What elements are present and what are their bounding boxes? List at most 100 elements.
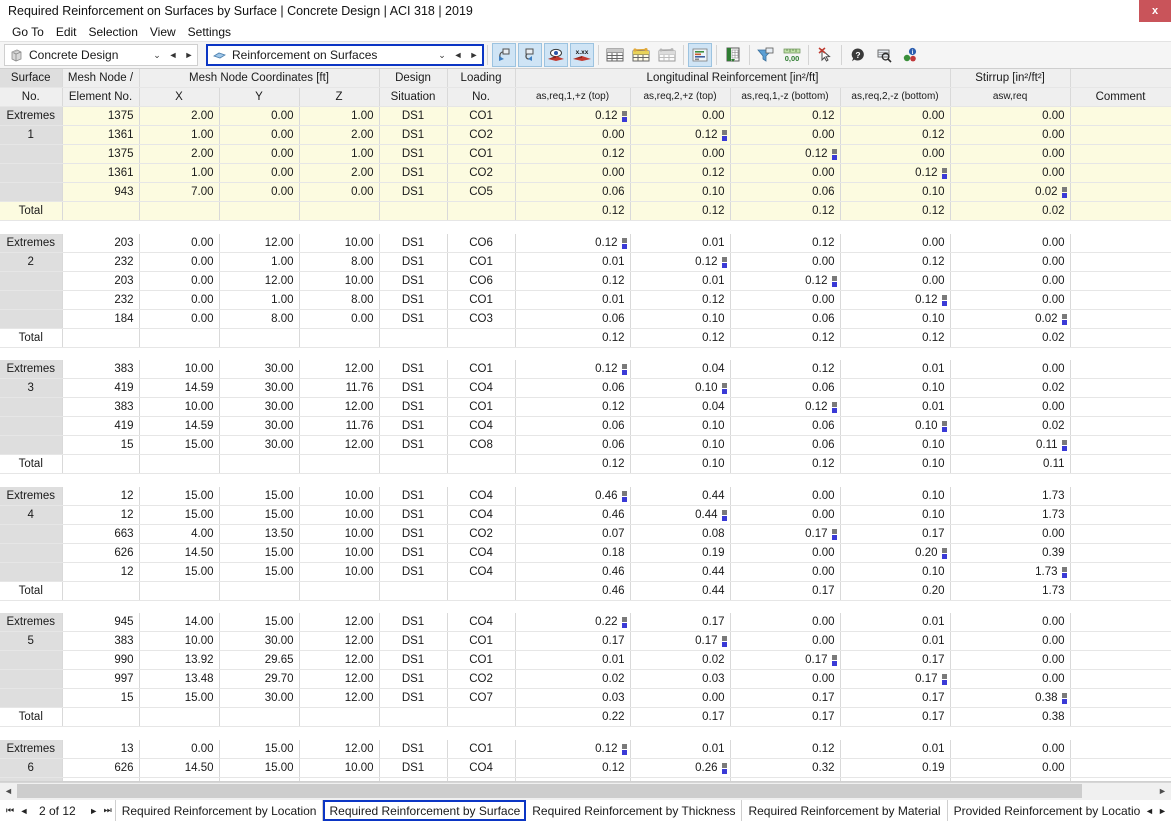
table-row[interactable]: 184 0.00 8.00 0.00 DS1 CO3 0.06 0.10 0.06 0.10 0.0… <box>0 309 1171 329</box>
col-stirrup-group: Stirrup [in²/ft²] <box>950 69 1071 88</box>
decimal-places-icon[interactable]: x.xx <box>570 43 594 67</box>
module-combobox[interactable]: Concrete Design ⌄ ◄ ► <box>4 44 198 66</box>
cell-a4: 0.19 <box>840 758 951 778</box>
table-row[interactable]: 203 0.00 12.00 10.00 DS1 CO6 0.12 0.01 0.12 0.00 0… <box>0 271 1171 291</box>
info-icon[interactable]: i <box>898 43 922 67</box>
cell-loading-no: CO4 <box>447 758 516 778</box>
table-row[interactable]: 419 14.59 30.00 11.76 DS1 CO4 0.06 0.10 0.06 0.10… <box>0 416 1171 436</box>
table-row[interactable]: 6 626 14.50 15.00 10.00 DS1 CO4 0.12 0.26 0.32 0.1… <box>0 758 1171 778</box>
module-next-button[interactable]: ► <box>181 45 197 65</box>
col-as-req-1-pz: as,req,1,+z (top) <box>515 87 631 107</box>
table-tab-3[interactable]: Required Reinforcement by Material <box>742 800 948 821</box>
chevron-down-icon[interactable]: ⌄ <box>149 45 165 65</box>
table-row[interactable]: Extremes 383 10.00 30.00 12.00 DS1 CO1 0.12 0.04… <box>0 360 1171 379</box>
filter-icon[interactable] <box>754 43 778 67</box>
menu-view[interactable]: View <box>144 24 182 40</box>
help-icon[interactable]: ? <box>846 43 870 67</box>
table-next-button[interactable]: ► <box>466 45 482 65</box>
menu-settings[interactable]: Settings <box>182 24 237 40</box>
row-header-cell <box>0 669 63 689</box>
table-row[interactable]: 1 1361 1.00 0.00 2.00 DS1 CO2 0.00 0.12 0.00 0.12 0… <box>0 125 1171 145</box>
cell-a1: 0.01 <box>515 290 631 310</box>
scrollbar-thumb[interactable] <box>17 783 1082 798</box>
view-results-icon[interactable] <box>544 43 568 67</box>
table-row[interactable]: 1375 2.00 0.00 1.00 DS1 CO1 0.12 0.00 0.12 0.00 0.… <box>0 144 1171 164</box>
table-row[interactable]: Extremes 12 15.00 15.00 10.00 DS1 CO4 0.46 0.44 0… <box>0 486 1171 506</box>
table-row[interactable]: 5 383 10.00 30.00 12.00 DS1 CO1 0.17 0.17 0.00 0.0… <box>0 631 1171 651</box>
cell-comment <box>1070 688 1171 708</box>
table-export-icon[interactable] <box>655 43 679 67</box>
cell-asw: 0.39 <box>950 543 1071 563</box>
table-row[interactable]: 12 15.00 15.00 10.00 DS1 CO4 0.46 0.44 0.00 0.10 1… <box>0 562 1171 582</box>
table-row[interactable]: Extremes 945 14.00 15.00 12.00 DS1 CO4 0.22 0.17… <box>0 613 1171 632</box>
extreme-value-marker-icon <box>831 655 837 666</box>
scrollbar-track[interactable] <box>17 782 1154 800</box>
table-tab-4[interactable]: Provided Reinforcement by Location <box>947 800 1141 821</box>
table-row[interactable]: 1361 1.00 0.00 2.00 DS1 CO2 0.00 0.12 0.00 0.12 0.… <box>0 163 1171 183</box>
jump-to-next-icon[interactable] <box>518 43 542 67</box>
scroll-left-button[interactable]: ◄ <box>0 782 17 800</box>
next-page-button[interactable]: ► <box>87 801 101 821</box>
table-row[interactable]: 4 12 15.00 15.00 10.00 DS1 CO4 0.46 0.44 0.00 0.10… <box>0 505 1171 525</box>
cell-design-situation: DS1 <box>379 125 448 145</box>
cell-loading-no: CO4 <box>447 378 516 398</box>
cell-asw: 0.00 <box>950 777 1071 781</box>
table-all-icon[interactable] <box>603 43 627 67</box>
table-row[interactable]: 663 4.00 13.50 10.00 DS1 CO2 0.07 0.08 0.17 0.17 0… <box>0 524 1171 544</box>
clear-selection-icon[interactable] <box>813 43 837 67</box>
module-prev-button[interactable]: ◄ <box>165 45 181 65</box>
table-row[interactable]: 383 10.00 30.00 12.00 DS1 CO1 0.12 0.04 0.12 0.01… <box>0 397 1171 417</box>
table-row[interactable]: 15 15.00 30.00 12.00 DS1 CO8 0.06 0.10 0.06 0.10 0… <box>0 435 1171 455</box>
scroll-right-button[interactable]: ► <box>1154 782 1171 800</box>
table-row[interactable]: Extremes 13 0.00 15.00 12.00 DS1 CO1 0.12 0.01 0.… <box>0 739 1171 759</box>
table-row[interactable]: 943 7.00 0.00 0.00 DS1 CO5 0.06 0.10 0.06 0.10 0.0… <box>0 182 1171 202</box>
cell-mesh-node: 419 <box>62 378 140 398</box>
previous-page-button[interactable]: ◄ <box>17 801 31 821</box>
results-table-container[interactable]: Surface Mesh Node / Mesh Node Coordinate… <box>0 69 1171 782</box>
table-row[interactable]: 2 232 0.00 1.00 8.00 DS1 CO1 0.01 0.12 0.00 0.12 0.… <box>0 252 1171 272</box>
table-row[interactable]: 62614.5015.0010.00DS1CO40.120.260.320.19… <box>0 777 1171 781</box>
chevron-down-icon[interactable]: ⌄ <box>434 45 450 65</box>
excel-export-icon[interactable] <box>721 43 745 67</box>
table-row[interactable]: 232 0.00 1.00 8.00 DS1 CO1 0.01 0.12 0.00 0.12 0.0… <box>0 290 1171 310</box>
toolbar-group-export <box>720 43 746 67</box>
cell-design-situation: DS1 <box>379 378 448 398</box>
cell-coord-z <box>299 454 380 474</box>
table-import-icon[interactable] <box>629 43 653 67</box>
col-surface-no: No. <box>0 87 63 107</box>
cell-a2: 0.03 <box>630 669 731 689</box>
extreme-value-marker-icon <box>1061 313 1067 325</box>
table-row[interactable]: Extremes 1375 2.00 0.00 1.00 DS1 CO1 0.12 0.00 0.… <box>0 106 1171 126</box>
tab-scroll-right-button[interactable]: ► <box>1156 801 1169 821</box>
close-window-button[interactable]: x <box>1139 0 1171 22</box>
table-combobox[interactable]: Reinforcement on Surfaces ⌄ ◄ ► <box>206 44 484 66</box>
jump-to-previous-icon[interactable] <box>492 43 516 67</box>
menu-selection[interactable]: Selection <box>83 24 144 40</box>
cell-coord-z: 12.00 <box>299 397 380 417</box>
table-row[interactable]: 997 13.48 29.70 12.00 DS1 CO2 0.02 0.03 0.00 0.17… <box>0 669 1171 689</box>
row-header-cell <box>0 163 63 183</box>
menu-go-to[interactable]: Go To <box>6 24 50 40</box>
cell-mesh-node: 990 <box>62 650 140 670</box>
table-tab-2[interactable]: Required Reinforcement by Thickness <box>526 800 743 821</box>
find-icon[interactable] <box>872 43 896 67</box>
table-prev-button[interactable]: ◄ <box>450 45 466 65</box>
last-page-button[interactable]: ⏭ <box>101 801 115 821</box>
cell-asw: 0.02 <box>950 309 1071 329</box>
first-page-button[interactable]: ⏮ <box>3 801 17 821</box>
table-row[interactable]: 15 15.00 30.00 12.00 DS1 CO7 0.03 0.00 0.17 0.17 0… <box>0 688 1171 708</box>
table-row[interactable]: 626 14.50 15.00 10.00 DS1 CO4 0.18 0.19 0.00 0.20… <box>0 543 1171 563</box>
units-decimal-icon[interactable]: 0,00 <box>780 43 804 67</box>
chart-view-icon[interactable] <box>688 43 712 67</box>
horizontal-scrollbar[interactable]: ◄ ► <box>0 782 1171 800</box>
menu-edit[interactable]: Edit <box>50 24 83 40</box>
table-tab-1[interactable]: Required Reinforcement by Surface <box>323 800 527 821</box>
table-tab-0[interactable]: Required Reinforcement by Location <box>115 800 324 821</box>
cell-coord-y <box>219 201 300 221</box>
tab-scroll-left-button[interactable]: ◄ <box>1143 801 1156 821</box>
cell-a2: 0.19 <box>630 543 731 563</box>
table-row[interactable]: Extremes 203 0.00 12.00 10.00 DS1 CO6 0.12 0.01 0… <box>0 233 1171 253</box>
cell-design-situation: DS1 <box>379 562 448 582</box>
table-row[interactable]: 990 13.92 29.65 12.00 DS1 CO1 0.01 0.02 0.17 0.17… <box>0 650 1171 670</box>
table-row[interactable]: 3 419 14.59 30.00 11.76 DS1 CO4 0.06 0.10 0.06 0.1… <box>0 378 1171 398</box>
